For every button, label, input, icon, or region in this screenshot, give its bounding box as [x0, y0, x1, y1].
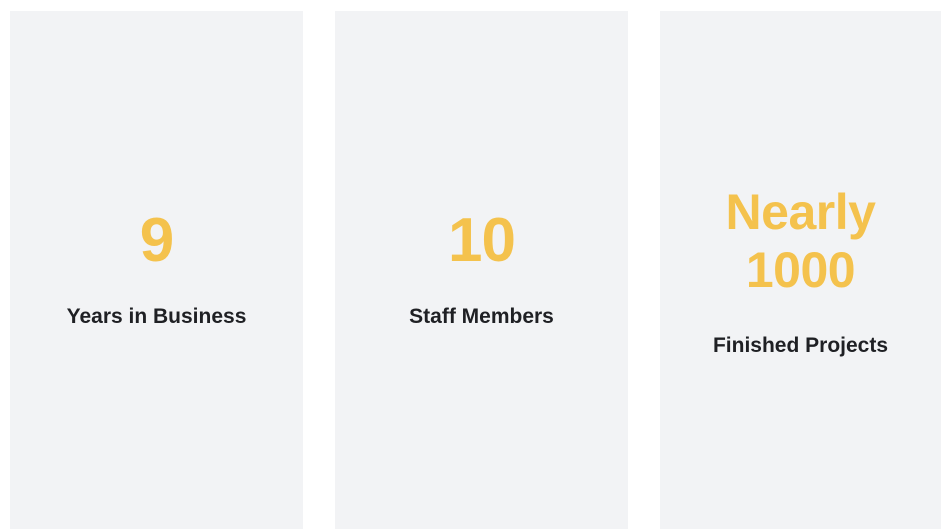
stat-card-years: 9 Years in Business [10, 11, 303, 529]
stat-value-years: 9 [139, 205, 174, 275]
stat-card-projects: Nearly 1000 Finished Projects [660, 11, 941, 529]
stat-label-projects: Finished Projects [712, 334, 889, 357]
stat-value-staff: 10 [448, 205, 516, 275]
stat-value-projects: Nearly 1000 [726, 183, 876, 299]
stat-label-staff: Staff Members [409, 304, 554, 328]
stats-section: 9 Years in Business 10 Staff Members Nea… [0, 0, 941, 529]
stat-value-projects-line-2: 1000 [745, 242, 856, 298]
stat-value-projects-line-1: Nearly [725, 184, 876, 240]
stat-label-years: Years in Business [66, 304, 247, 328]
stat-card-staff: 10 Staff Members [335, 11, 628, 529]
